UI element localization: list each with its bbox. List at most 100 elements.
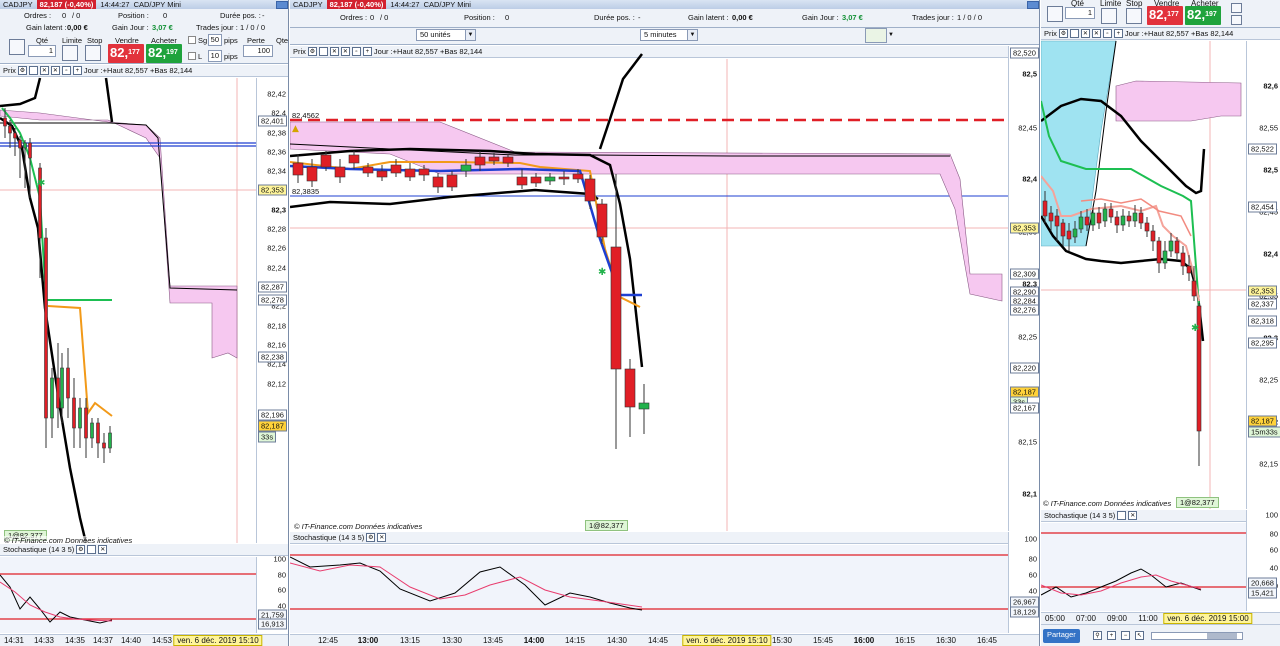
stoch-tick: 40 [1028, 586, 1037, 596]
day-range-text: Jour :+Haut 82,557 +Bas 82,144 [83, 66, 193, 75]
option-checkbox[interactable] [1231, 15, 1242, 25]
window-icon[interactable] [1069, 29, 1079, 38]
price-tick: 82,25 [1259, 375, 1278, 385]
sg-input[interactable]: 50 [208, 34, 222, 46]
close-icon[interactable]: ✕ [329, 47, 339, 56]
close-icon[interactable]: ✕ [39, 66, 49, 75]
close-icon[interactable]: ✕ [1128, 511, 1138, 520]
price-badge: 33s [258, 431, 277, 443]
candle-body [624, 368, 636, 408]
qty-input[interactable]: 1 [28, 45, 56, 57]
stoch-chart-right[interactable] [1041, 523, 1246, 611]
chart-window-left: CADJPY 82,187 (-0,40%) 14:44:27 CAD/JPY … [0, 0, 289, 646]
expand-icon[interactable]: ▫ [61, 66, 71, 75]
sell-button[interactable]: 82,177 [1147, 6, 1183, 25]
candle-body [1191, 280, 1197, 297]
scrollbar[interactable] [1151, 632, 1243, 640]
limit-order-button[interactable] [1101, 8, 1117, 24]
l-input[interactable]: 10 [208, 50, 222, 62]
candle-body [292, 162, 304, 176]
window-button[interactable] [1027, 0, 1039, 9]
wrench-icon[interactable] [9, 39, 25, 55]
wrench-icon[interactable]: ⚙ [17, 66, 27, 75]
stoch-chart-left[interactable] [0, 557, 256, 633]
trade-marker-icon: ✱ [1191, 323, 1199, 334]
indicator-icon[interactable] [865, 28, 887, 43]
candle-body [1168, 240, 1174, 252]
window-titlebar[interactable]: CADJPY 82,187 (-0,40%) 14:44:27 CAD/JPY … [290, 0, 1039, 9]
price-chart-right[interactable]: ✱ © IT-Finance.com Données indicatives 1… [1041, 40, 1246, 509]
chevron-down-icon: ▼ [465, 30, 475, 40]
orders-value: 0 [370, 13, 375, 22]
add-icon[interactable]: + [72, 66, 82, 75]
close-icon[interactable]: ✕ [1080, 29, 1090, 38]
price-chart-left[interactable]: ✱ 1@82,377 © IT-Finance.com Données indi… [0, 77, 256, 545]
price-chart-middle[interactable]: ✱ ▲ 82,4562 82,3835 © IT-Finance.com Donn… [290, 53, 1008, 531]
window-icon[interactable] [318, 47, 328, 56]
gain-day-value: 3,07 € [842, 13, 863, 22]
add-icon[interactable]: + [1113, 29, 1123, 38]
instrument-title: CADJPY [3, 0, 33, 9]
limit-label: Limite [62, 36, 83, 45]
buy-button[interactable]: 82,197 [146, 44, 182, 63]
price-tick: 82,26 [267, 243, 286, 253]
units-select[interactable]: 50 unités ▼ [416, 29, 476, 41]
option-checkbox[interactable] [1231, 3, 1242, 13]
position-badge: 1@82,377 [585, 520, 628, 531]
crosshair-date: ven. 6 déc. 2019 15:10 [173, 635, 263, 646]
price-badge: 82,278 [258, 294, 287, 306]
candle-body [56, 377, 60, 409]
price-axis: 82,582,4582,482,3582,382,2582,282,1582,1… [1008, 46, 1039, 531]
position-badge: 1@82,377 [1176, 497, 1219, 508]
loss-input[interactable]: 100 [243, 45, 273, 57]
sell-button[interactable]: 82,177 [108, 44, 144, 63]
share-button[interactable]: Partager [1043, 629, 1080, 643]
close-icon[interactable]: ✕ [377, 533, 387, 542]
wrench-icon[interactable]: ⚙ [1058, 29, 1068, 38]
scrollbar-thumb[interactable] [1207, 633, 1237, 639]
gain-latent-value: 0,00 € [67, 23, 88, 32]
stop-order-button[interactable] [85, 45, 101, 61]
zoom-in-icon[interactable]: + [1107, 631, 1116, 640]
chevron-down-icon[interactable]: ▼ [888, 28, 896, 43]
cursor-icon[interactable]: ↖ [1135, 631, 1144, 640]
expand-icon[interactable]: ▫ [1102, 29, 1112, 38]
sg-checkbox[interactable] [188, 36, 196, 44]
stoch-chart-svg [1041, 532, 1246, 598]
price-tick: 82,25 [1018, 332, 1037, 342]
window-icon[interactable] [1117, 511, 1127, 520]
candle-body [1174, 240, 1180, 254]
window-button[interactable] [276, 0, 288, 9]
stoch-chart-middle[interactable] [290, 545, 1008, 633]
period-select[interactable]: 5 minutes ▼ [640, 29, 698, 41]
close-icon[interactable]: ✕ [50, 66, 60, 75]
buy-button[interactable]: 82,197 [1185, 6, 1221, 25]
time-tick: 16:30 [935, 636, 957, 645]
search-icon[interactable]: ⚲ [1093, 631, 1102, 640]
wrench-icon[interactable]: ⚙ [366, 533, 376, 542]
window-icon[interactable] [87, 545, 97, 554]
stop-order-button[interactable] [1126, 8, 1142, 24]
limit-order-button[interactable] [62, 45, 78, 61]
ichimoku-cloud [0, 109, 238, 359]
window-titlebar[interactable]: CADJPY 82,187 (-0,40%) 14:44:27 CAD/JPY … [0, 0, 288, 9]
wrench-icon[interactable]: ⚙ [307, 47, 317, 56]
stoch-toolbar: Stochastique (14 3 5) ⚙ ✕ [0, 544, 288, 556]
add-icon[interactable]: + [362, 47, 372, 56]
expand-icon[interactable]: ▫ [351, 47, 361, 56]
l-checkbox[interactable] [188, 52, 196, 60]
price-badge: 82,337 [1248, 298, 1277, 310]
qty-input[interactable]: 1 [1065, 7, 1095, 19]
close-icon[interactable]: ✕ [1091, 29, 1101, 38]
wrench-icon[interactable]: ⚙ [76, 545, 86, 554]
candle-body [1126, 215, 1132, 222]
close-icon[interactable]: ✕ [340, 47, 350, 56]
time-tick: 07:00 [1075, 614, 1097, 623]
close-icon[interactable]: ✕ [98, 545, 108, 554]
zoom-out-icon[interactable]: − [1121, 631, 1130, 640]
moving-average-black [104, 77, 114, 123]
candle-body [78, 407, 82, 429]
wrench-icon[interactable] [1047, 6, 1063, 22]
window-icon[interactable] [28, 66, 38, 75]
candle-body [638, 402, 650, 410]
